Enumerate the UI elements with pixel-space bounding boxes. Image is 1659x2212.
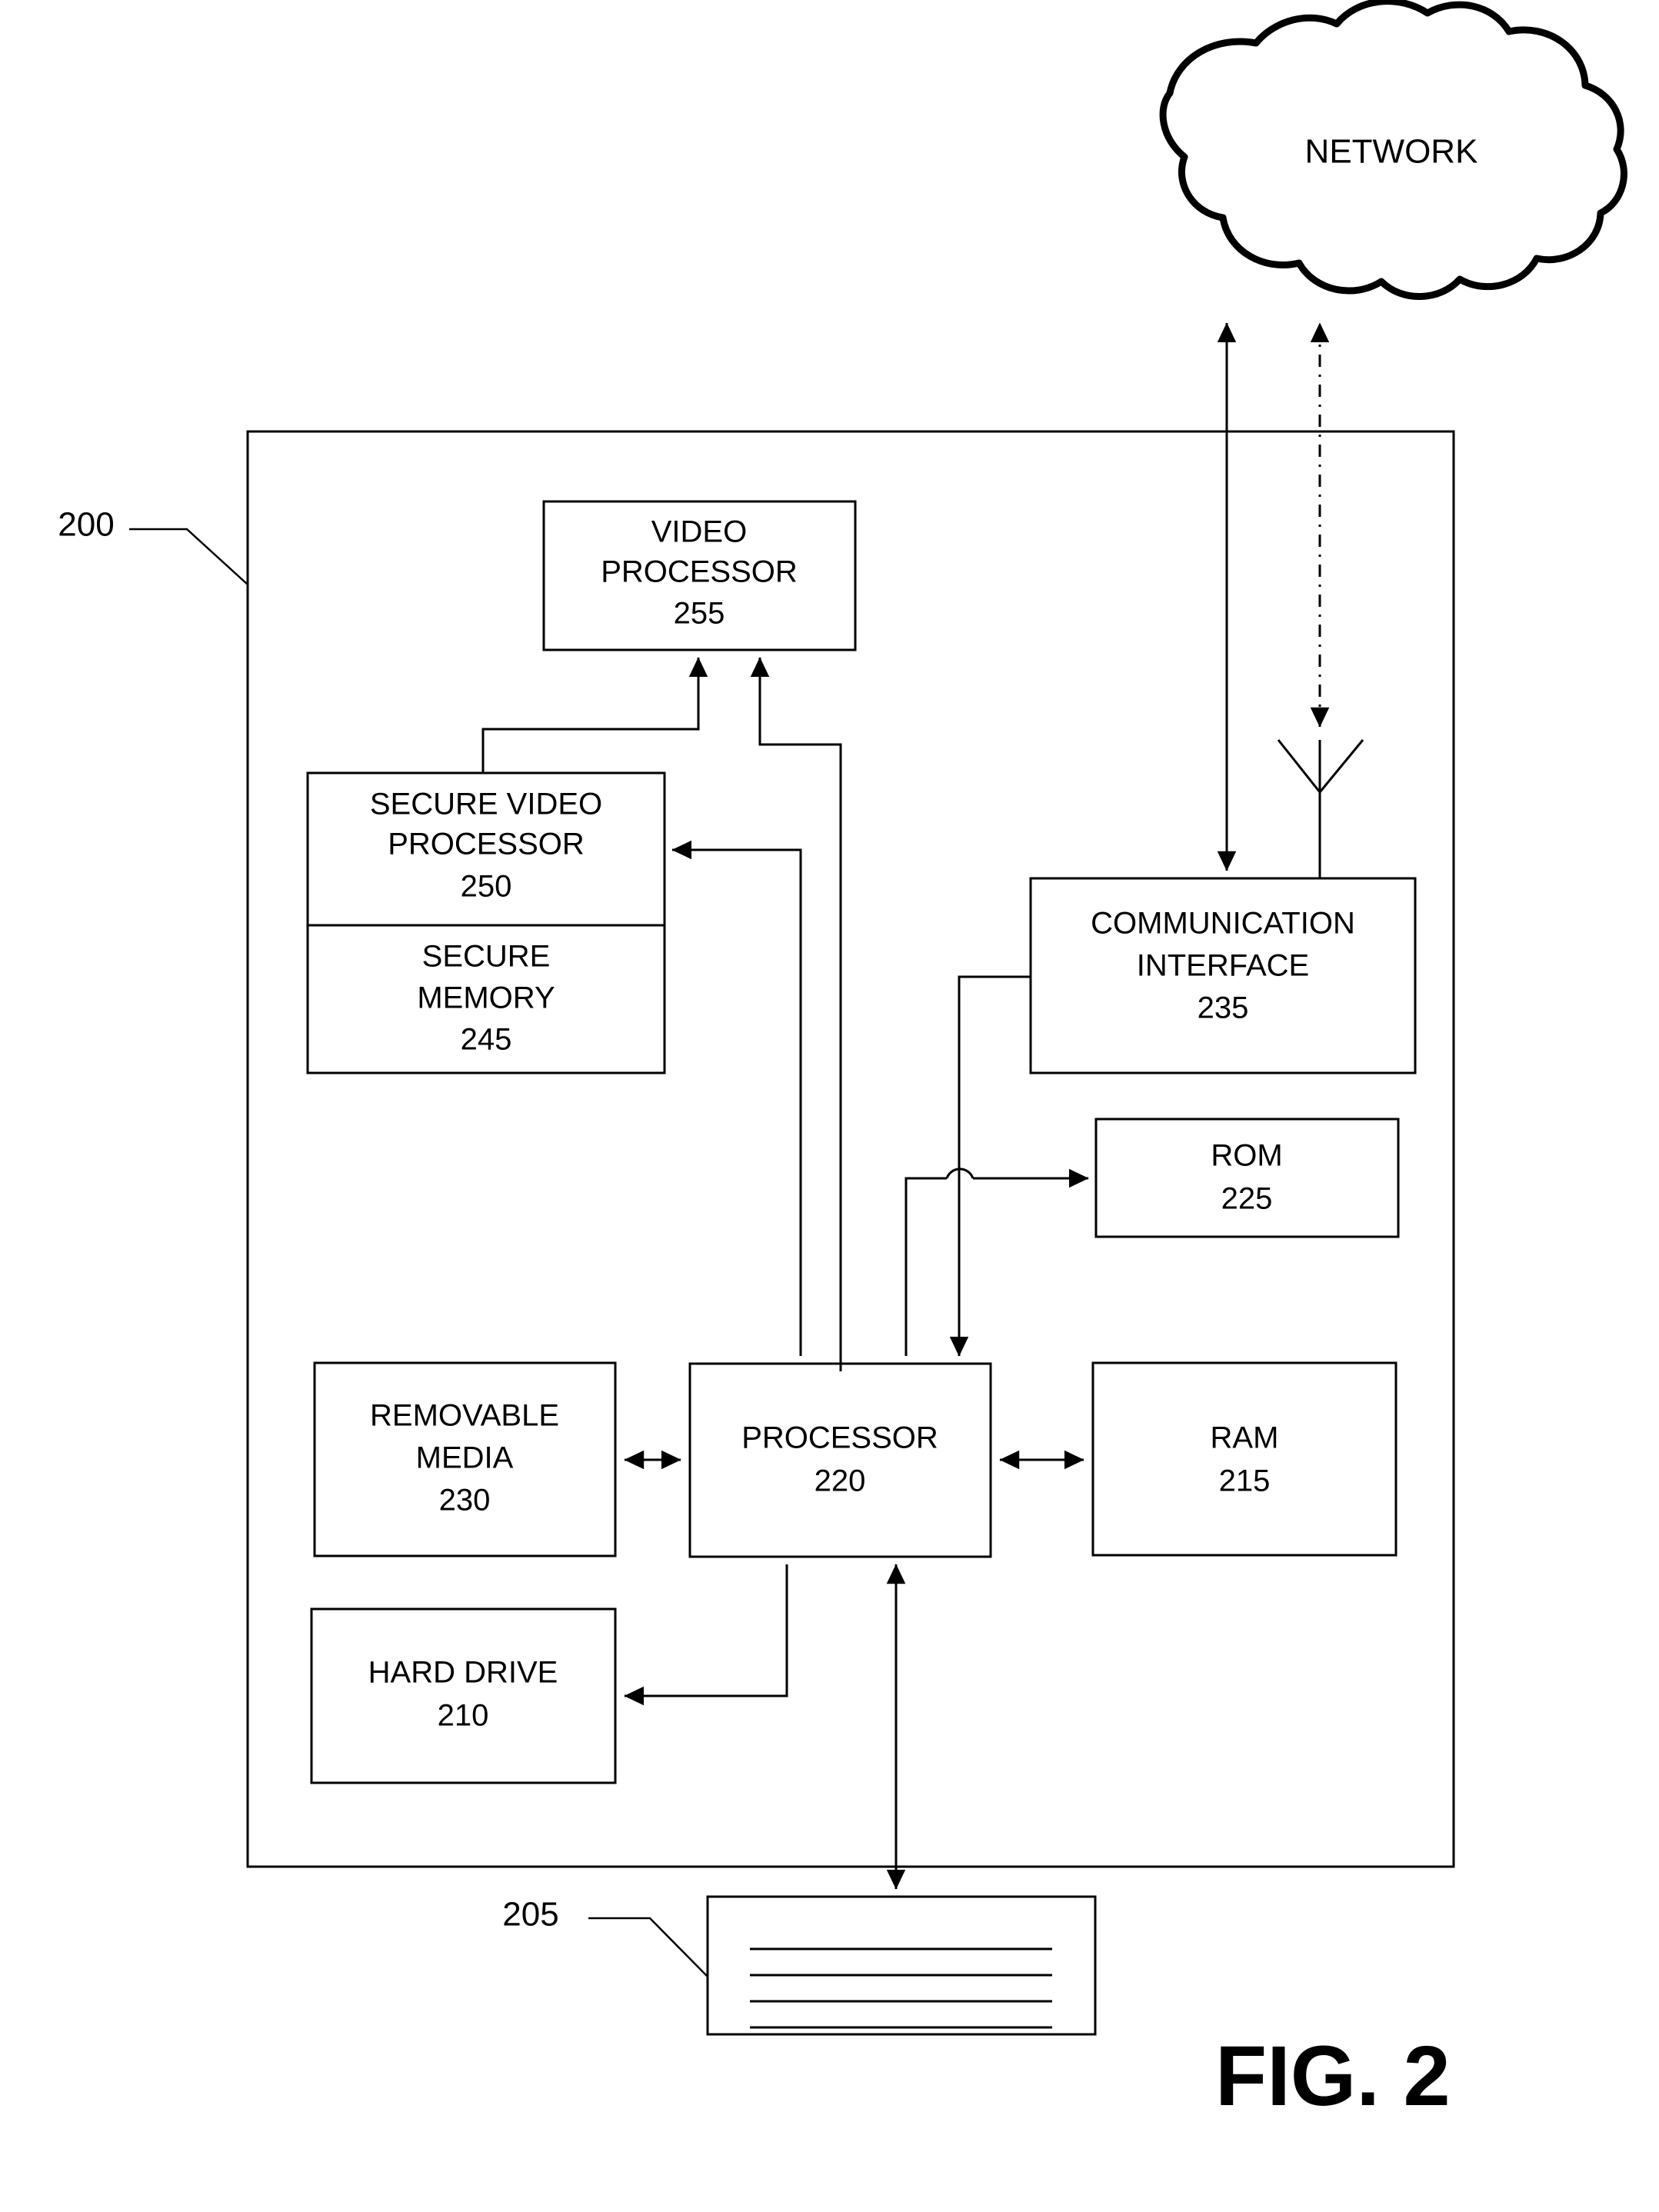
secure-memory-line1: SECURE [422, 940, 551, 974]
network-cloud: NETWORK [1159, 0, 1627, 300]
block-hard-drive-210: HARD DRIVE 210 [310, 1607, 617, 1784]
ref-label-200: 200 [58, 506, 114, 544]
block-processor-220: PROCESSOR 220 [688, 1362, 992, 1558]
communication-interface-line2: INTERFACE [1137, 949, 1309, 983]
ref-leader-200 [129, 528, 248, 585]
ram-box [1091, 1361, 1397, 1557]
ram-line1: RAM [1211, 1421, 1279, 1455]
communication-interface-line1: COMMUNICATION [1091, 907, 1355, 941]
conn-processor-to-hard-drive [624, 1564, 788, 1706]
processor-box [688, 1362, 992, 1558]
secure-memory-line2: MEMORY [417, 981, 555, 1015]
video-processor-line1: VIDEO [651, 515, 747, 549]
video-processor-line2: PROCESSOR [601, 555, 798, 589]
antenna-arm-left [1277, 739, 1321, 793]
secure-memory-ref: 245 [461, 1023, 512, 1057]
removable-media-line2: MEDIA [416, 1441, 514, 1475]
conn-communication-interface-to-processor [949, 975, 1031, 1357]
hard-drive-box [310, 1607, 617, 1784]
removable-media-line1: REMOVABLE [370, 1399, 559, 1433]
video-processor-ref: 255 [674, 597, 725, 631]
secure-video-processor-line1: SECURE VIDEO [370, 788, 602, 821]
rom-box [1094, 1118, 1400, 1238]
patent-figure-page: NETWORK 200 VIDEO PROCESSOR 255 SECURE V… [0, 0, 1659, 2212]
block-communication-interface-235: COMMUNICATION INTERFACE 235 [1029, 877, 1417, 1074]
processor-ref: 220 [815, 1464, 866, 1498]
conn-processor-to-rom-segment-a [904, 1177, 947, 1356]
ref-leader-205 [588, 1917, 708, 1977]
display-box [706, 1895, 1097, 2036]
hard-drive-line1: HARD DRIVE [368, 1656, 558, 1690]
block-ram-215: RAM 215 [1091, 1361, 1397, 1557]
secure-video-processor-ref: 250 [461, 870, 512, 904]
conn-secure-video-processor-to-video-processor [481, 657, 708, 773]
block-secure-video-processor-250: SECURE VIDEO PROCESSOR 250 SECURE MEMORY… [306, 771, 666, 1074]
antenna-arm-right [1318, 739, 1364, 793]
rom-ref: 225 [1221, 1182, 1273, 1216]
network-label: NETWORK [1305, 133, 1478, 171]
rom-line1: ROM [1211, 1139, 1282, 1173]
block-rom-225: ROM 225 [1094, 1118, 1400, 1238]
figure-caption: FIG. 2 [1215, 2029, 1451, 2124]
antenna-icon [1277, 739, 1364, 878]
conn-processor-to-secure-video-processor [671, 840, 802, 1356]
communication-interface-ref: 235 [1198, 991, 1249, 1025]
removable-media-ref: 230 [439, 1484, 491, 1517]
secure-video-processor-line2: PROCESSOR [388, 828, 585, 861]
figure-canvas: NETWORK 200 VIDEO PROCESSOR 255 SECURE V… [58, 0, 1627, 2124]
block-removable-media-230: REMOVABLE MEDIA 230 [313, 1361, 617, 1557]
ram-ref: 215 [1219, 1464, 1271, 1498]
processor-line1: PROCESSOR [741, 1421, 938, 1455]
ref-label-205: 205 [502, 1896, 558, 1934]
block-display-205 [706, 1895, 1097, 2036]
block-video-processor-255: VIDEO PROCESSOR 255 [542, 500, 857, 651]
hard-drive-ref: 210 [438, 1699, 489, 1733]
